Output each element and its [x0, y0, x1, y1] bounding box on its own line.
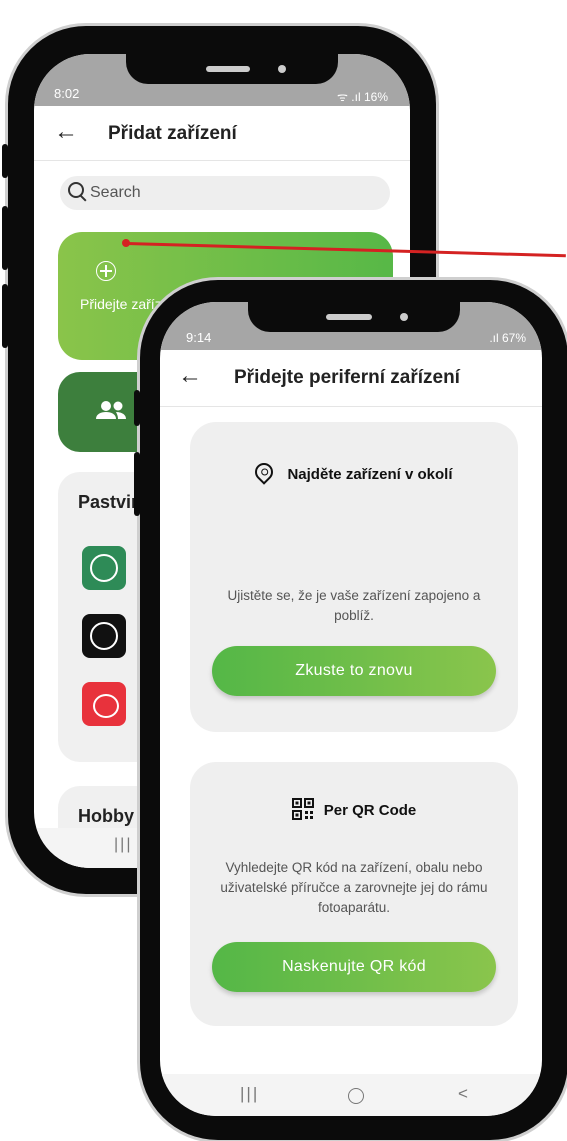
nearby-description: Ujistěte se, že je vaše zařízení zapojen…	[227, 588, 481, 623]
home-icon[interactable]	[348, 1088, 364, 1104]
qr-code-icon	[291, 798, 314, 820]
qr-description: Vyhledejte QR kód na zařízení, obalu neb…	[220, 860, 488, 915]
page-title: Přidejte periferní zařízení	[234, 367, 460, 388]
retry-button[interactable]: Zkuste to znovu	[212, 646, 496, 696]
nearby-device-card: Najděte zařízení v okolí Ujistěte se, že…	[190, 422, 518, 732]
system-nav-bar: ||| <	[160, 1074, 542, 1116]
front-phone-frame: 9:14 .ıl 67% ← Přidejte periferní zaříze…	[134, 280, 567, 1140]
app-bar: ← Přidat zařízení	[34, 106, 410, 161]
people-icon	[96, 401, 126, 419]
side-button	[2, 206, 8, 270]
app-bar: ← Přidejte periferní zařízení	[160, 350, 542, 407]
nearby-heading-row: Najděte zařízení v okolí	[190, 459, 518, 485]
side-button	[134, 452, 140, 516]
search-icon	[68, 182, 84, 198]
side-button	[134, 390, 140, 426]
phone-notch	[126, 54, 338, 84]
page-title: Přidat zařízení	[108, 123, 237, 144]
qr-heading: Per QR Code	[323, 801, 417, 819]
front-phone-screen: 9:14 .ıl 67% ← Přidejte periferní zaříze…	[160, 302, 542, 1116]
device-charger-green-icon[interactable]	[82, 546, 126, 590]
status-indicators: .ıl 67%	[489, 331, 526, 345]
qr-heading-row: Per QR Code	[190, 798, 518, 822]
recents-icon[interactable]: |||	[240, 1084, 259, 1104]
status-indicators: ᯤ .ıl 16%	[337, 90, 388, 104]
recents-icon[interactable]: |||	[114, 836, 132, 854]
search-input[interactable]: Search	[60, 176, 390, 210]
group-title: Hobby f	[78, 806, 145, 826]
device-gate-red-icon[interactable]	[82, 682, 126, 726]
device-charger-black-icon[interactable]	[82, 614, 126, 658]
back-arrow-icon[interactable]: ←	[178, 362, 202, 390]
nearby-heading: Najděte zařízení v okolí	[287, 466, 453, 483]
back-arrow-icon[interactable]: ←	[54, 118, 78, 146]
location-pin-icon	[251, 459, 278, 485]
group-title: Pastvin	[78, 492, 143, 512]
status-time: 8:02	[54, 86, 80, 101]
phone-notch	[248, 302, 460, 332]
side-button	[2, 144, 8, 178]
back-nav-icon[interactable]: <	[458, 1084, 468, 1104]
side-button	[2, 284, 8, 348]
add-circle-icon	[96, 261, 116, 281]
status-time: 9:14	[186, 330, 212, 345]
qr-code-card: Per QR Code Vyhledejte QR kód na zařízen…	[190, 762, 518, 1026]
scan-qr-button[interactable]: Naskenujte QR kód	[212, 942, 496, 992]
search-placeholder: Search	[90, 184, 141, 201]
